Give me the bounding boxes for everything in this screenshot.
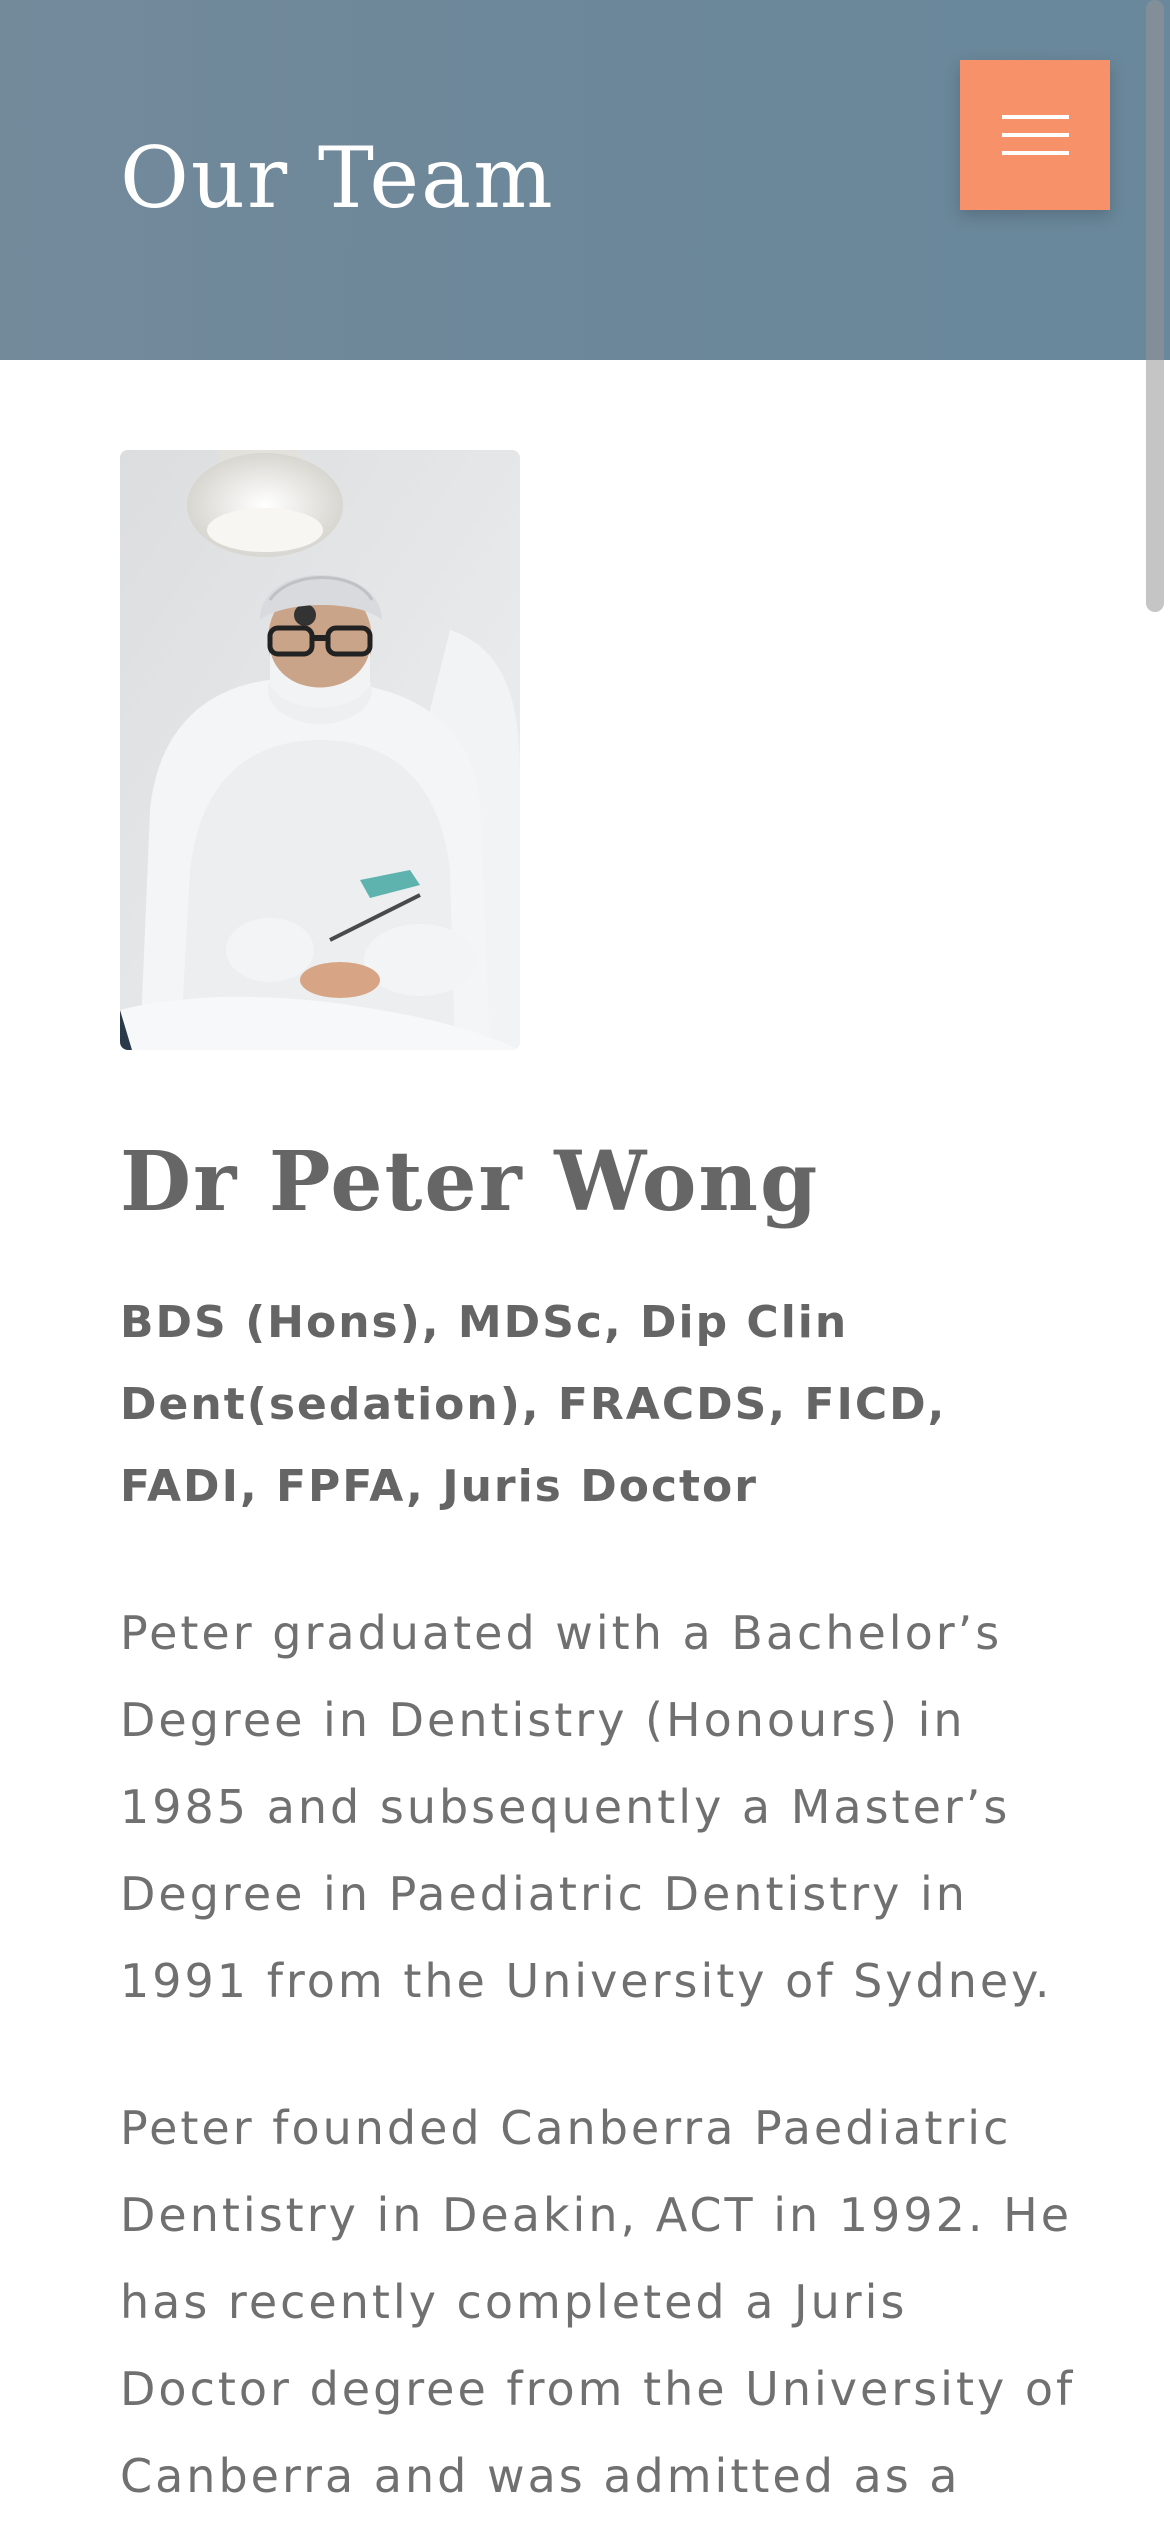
dentist-photo-icon bbox=[120, 450, 520, 1050]
hamburger-icon bbox=[1002, 115, 1069, 155]
doctor-photo bbox=[120, 450, 520, 1050]
bio-paragraph: Peter founded Canberra Paediatric Dentis… bbox=[120, 2101, 1076, 2503]
bio-paragraph: Peter graduated with a Bachelor’s Degree… bbox=[120, 1606, 1053, 2008]
scrollbar-thumb[interactable] bbox=[1146, 0, 1164, 612]
doctor-credentials: BDS (Hons), MDSc, Dip Clin Dent(sedation… bbox=[120, 1297, 947, 1512]
doctor-name: Dr Peter Wong bbox=[120, 1134, 820, 1230]
menu-button[interactable] bbox=[960, 60, 1110, 210]
page-header: Our Team bbox=[0, 0, 1170, 360]
page-title: Our Team bbox=[120, 129, 555, 227]
